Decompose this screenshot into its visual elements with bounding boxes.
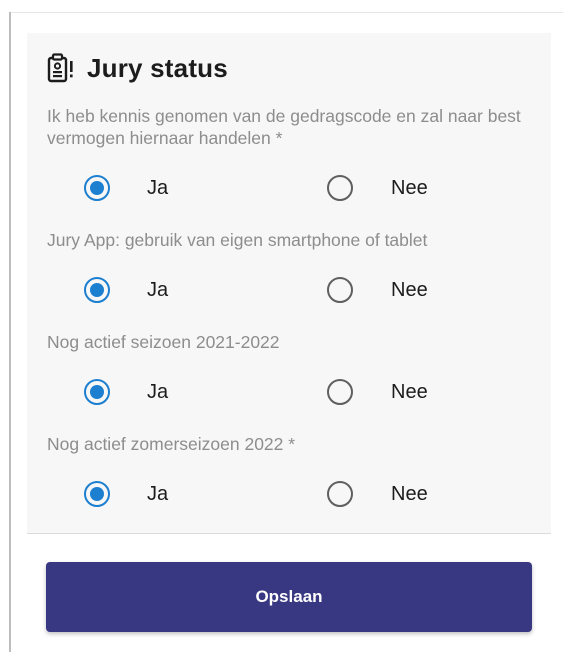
radio-ja[interactable]: [84, 277, 110, 303]
option-label-nee[interactable]: Nee: [391, 176, 428, 200]
option-label-ja[interactable]: Ja: [147, 482, 168, 506]
radio-group-code-of-conduct: Ja Nee: [27, 173, 551, 203]
question-active-season: Nog actief seizoen 2021-2022: [47, 332, 280, 352]
jury-status-card: Jury status Ik heb kennis genomen van de…: [27, 33, 551, 533]
card-header: Jury status: [47, 51, 228, 85]
option-label-nee[interactable]: Nee: [391, 482, 428, 506]
question-jury-app: Jury App: gebruik van eigen smartphone o…: [47, 230, 428, 250]
top-divider: [10, 12, 563, 13]
card-divider: [27, 533, 551, 534]
radio-group-active-season: Ja Nee: [27, 377, 551, 407]
option-label-ja[interactable]: Ja: [147, 278, 168, 302]
option-label-ja[interactable]: Ja: [147, 176, 168, 200]
radio-group-jury-app: Ja Nee: [27, 275, 551, 305]
radio-nee[interactable]: [327, 277, 353, 303]
page-frame: Jury status Ik heb kennis genomen van de…: [0, 0, 563, 652]
question-summer-season: Nog actief zomerseizoen 2022 *: [47, 434, 296, 454]
radio-ja[interactable]: [84, 379, 110, 405]
save-button[interactable]: Opslaan: [46, 562, 532, 632]
radio-nee[interactable]: [327, 379, 353, 405]
option-label-ja[interactable]: Ja: [147, 380, 168, 404]
radio-group-summer-season: Ja Nee: [27, 479, 551, 509]
left-divider: [9, 12, 11, 652]
question-code-of-conduct: Ik heb kennis genomen van de gedragscode…: [47, 106, 521, 148]
card-title: Jury status: [87, 52, 228, 83]
radio-ja[interactable]: [84, 175, 110, 201]
radio-nee[interactable]: [327, 481, 353, 507]
radio-nee[interactable]: [327, 175, 353, 201]
option-label-nee[interactable]: Nee: [391, 278, 428, 302]
clipboard-badge-alert-icon: [47, 53, 73, 83]
option-label-nee[interactable]: Nee: [391, 380, 428, 404]
radio-ja[interactable]: [84, 481, 110, 507]
